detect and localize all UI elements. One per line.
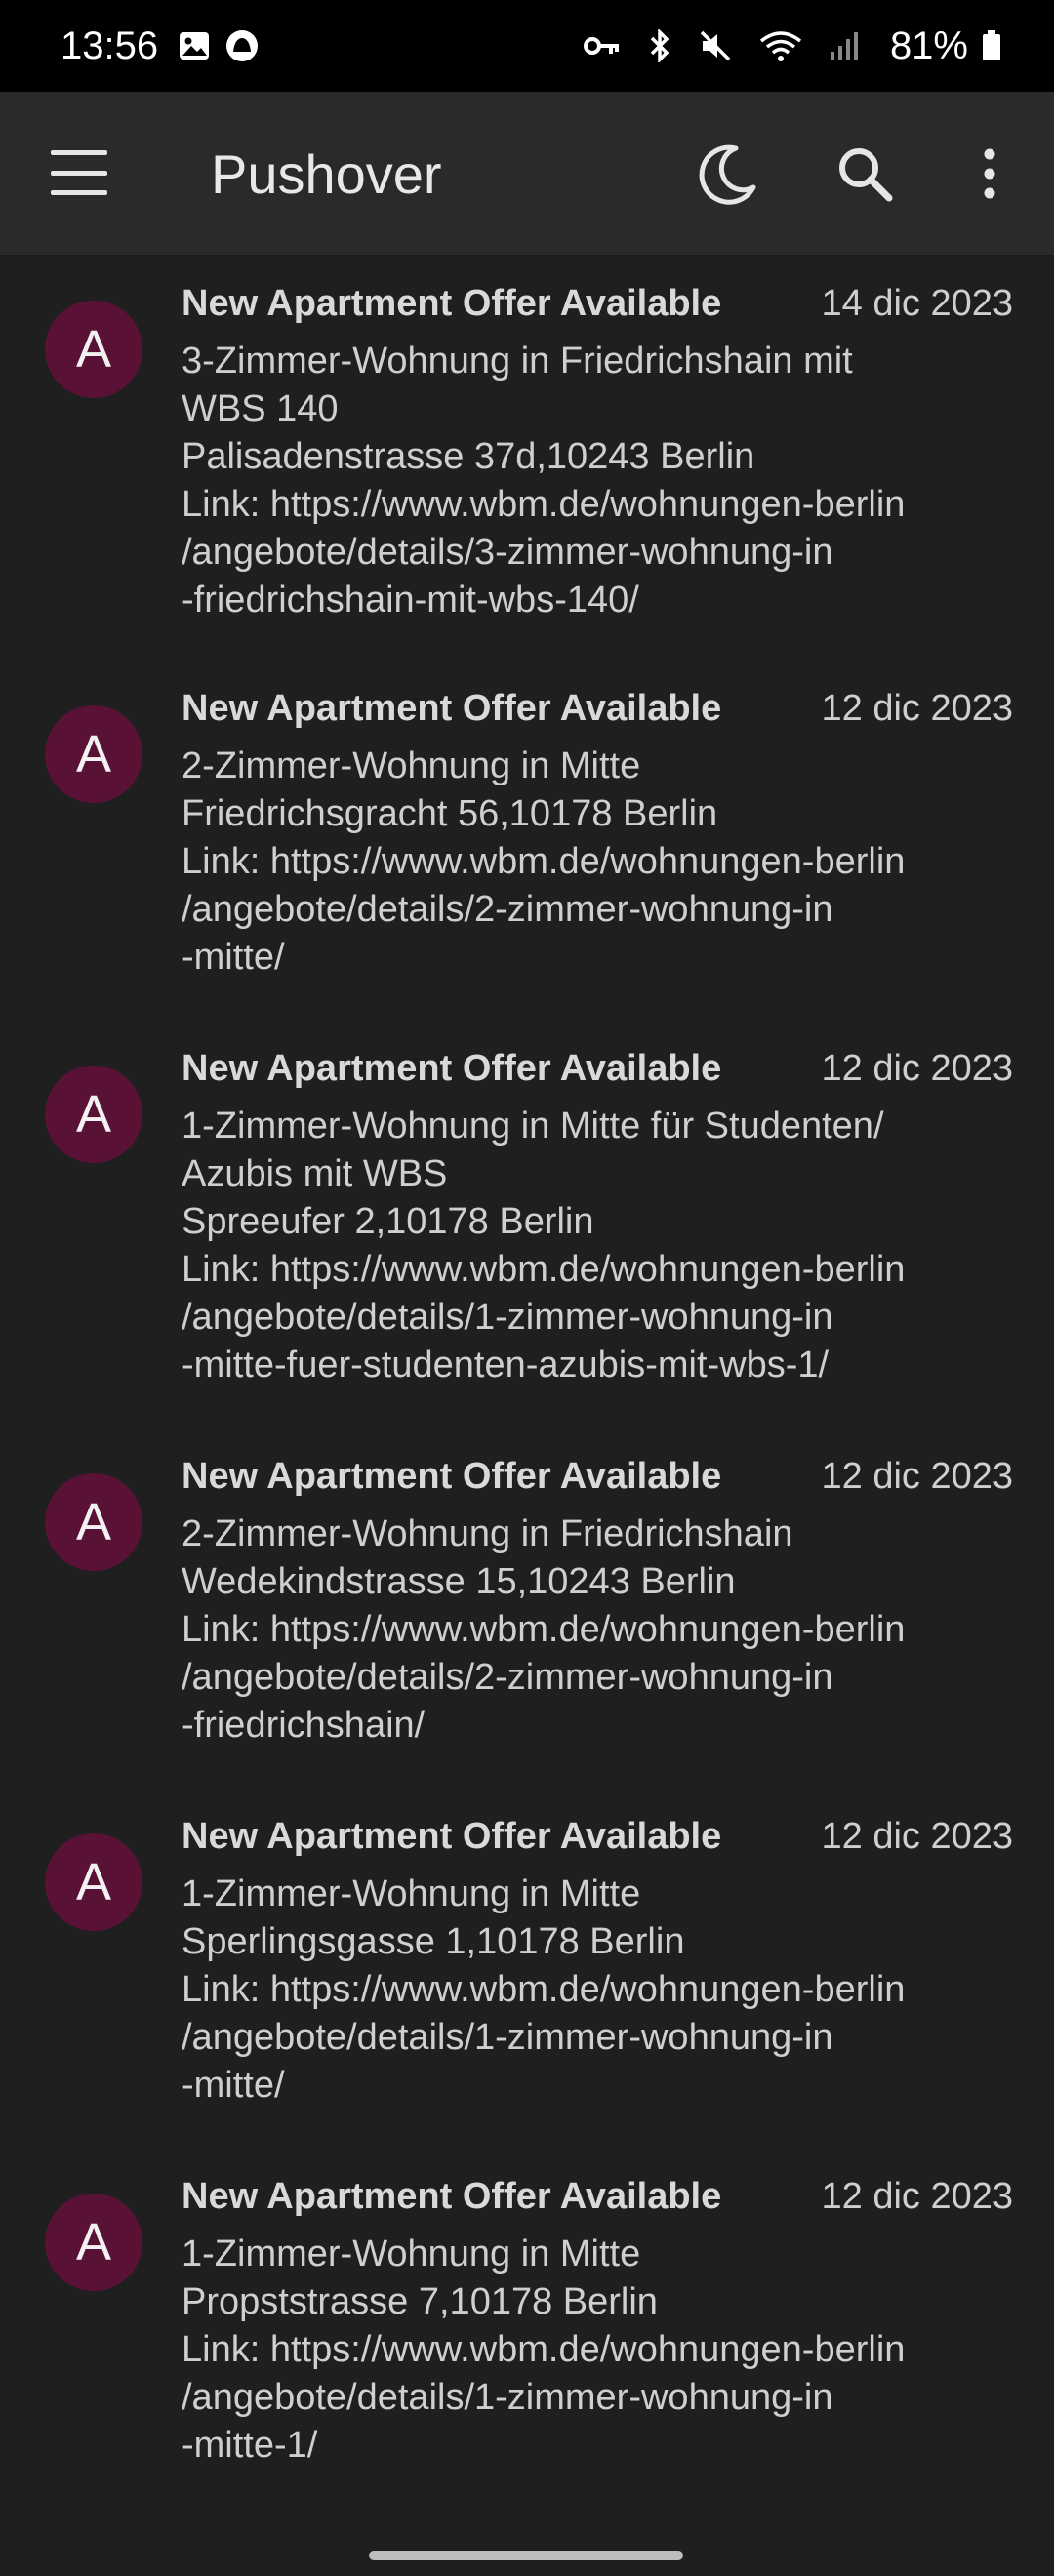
- message-body: 1-Zimmer-Wohnung in Mitte Propststrasse …: [182, 2231, 1021, 2470]
- search-button[interactable]: [822, 131, 908, 217]
- image-icon: [178, 30, 211, 61]
- message-date: 12 dic 2023: [821, 1816, 1014, 1857]
- message-date: 12 dic 2023: [821, 688, 1014, 729]
- message-body: 3-Zimmer-Wohnung in Friedrichshain mit W…: [182, 338, 1021, 624]
- avatar: A: [45, 705, 142, 803]
- night-mode-button[interactable]: [685, 131, 771, 217]
- message-link[interactable]: -mitte/: [182, 934, 1021, 982]
- message-date: 12 dic 2023: [821, 1048, 1014, 1089]
- message-title: New Apartment Offer Available: [182, 283, 722, 324]
- moon-icon: [699, 144, 756, 205]
- avatar: A: [45, 2194, 142, 2291]
- message-title: New Apartment Offer Available: [182, 688, 722, 729]
- app-bar: Pushover: [0, 92, 1054, 256]
- menu-icon: [51, 150, 107, 155]
- message-link[interactable]: -mitte-1/: [182, 2422, 1021, 2470]
- message-link[interactable]: Link: https://www.wbm.de/wohnungen-berli…: [182, 838, 1021, 886]
- message-line: Palisadenstrasse 37d,10243 Berlin: [182, 436, 755, 477]
- message-line: Friedrichsgracht 56,10178 Berlin: [182, 793, 718, 834]
- signal-icon: [830, 30, 859, 61]
- message-link[interactable]: /angebote/details/2-zimmer-wohnung-in: [182, 886, 1021, 934]
- message-line: 2-Zimmer-Wohnung in Friedrichshain: [182, 1513, 793, 1554]
- message-line: Azubis mit WBS: [182, 1153, 448, 1194]
- message-link[interactable]: -friedrichshain/: [182, 1702, 1021, 1750]
- battery-percent: 81%: [889, 23, 968, 67]
- message-link[interactable]: /angebote/details/1-zimmer-wohnung-in: [182, 2014, 1021, 2062]
- message-body: 1-Zimmer-Wohnung in Mitte Sperlingsgasse…: [182, 1871, 1021, 2110]
- avatar: A: [45, 1833, 142, 1931]
- message-line: Spreeufer 2,10178 Berlin: [182, 1201, 594, 1242]
- more-options-button[interactable]: [947, 131, 1033, 217]
- message-body: 2-Zimmer-Wohnung in Mitte Friedrichsgrac…: [182, 743, 1021, 982]
- message-body: 2-Zimmer-Wohnung in Friedrichshain Wedek…: [182, 1510, 1021, 1750]
- message-line: 1-Zimmer-Wohnung in Mitte: [182, 2234, 641, 2274]
- message-line: 1-Zimmer-Wohnung in Mitte für Studenten/: [182, 1106, 884, 1147]
- message-item[interactable]: A New Apartment Offer Available 12 dic 2…: [0, 661, 1054, 1021]
- avatar: A: [45, 301, 142, 398]
- message-item[interactable]: A New Apartment Offer Available 14 dic 2…: [0, 256, 1054, 661]
- message-line: Wedekindstrasse 15,10243 Berlin: [182, 1561, 736, 1602]
- message-item[interactable]: A New Apartment Offer Available 12 dic 2…: [0, 2149, 1054, 2509]
- message-item[interactable]: A New Apartment Offer Available 12 dic 2…: [0, 1789, 1054, 2149]
- message-date: 12 dic 2023: [821, 2176, 1014, 2217]
- message-link[interactable]: Link: https://www.wbm.de/wohnungen-berli…: [182, 2326, 1021, 2374]
- message-date: 14 dic 2023: [821, 283, 1014, 324]
- app-title: Pushover: [211, 143, 442, 205]
- message-list: A New Apartment Offer Available 14 dic 2…: [0, 256, 1054, 2509]
- message-link[interactable]: -friedrichshain-mit-wbs-140/: [182, 577, 1021, 624]
- message-title: New Apartment Offer Available: [182, 1456, 722, 1497]
- message-link[interactable]: Link: https://www.wbm.de/wohnungen-berli…: [182, 1966, 1021, 2014]
- message-title: New Apartment Offer Available: [182, 2176, 722, 2217]
- message-link[interactable]: /angebote/details/2-zimmer-wohnung-in: [182, 1654, 1021, 1702]
- mute-icon: [699, 29, 732, 62]
- status-time: 13:56: [61, 23, 159, 67]
- message-title: New Apartment Offer Available: [182, 1816, 722, 1857]
- message-link[interactable]: /angebote/details/1-zimmer-wohnung-in: [182, 1294, 1021, 1342]
- message-link[interactable]: -mitte-fuer-studenten-azubis-mit-wbs-1/: [182, 1342, 1021, 1389]
- message-link[interactable]: Link: https://www.wbm.de/wohnungen-berli…: [182, 1606, 1021, 1654]
- message-title: New Apartment Offer Available: [182, 1048, 722, 1089]
- wifi-icon: [759, 29, 802, 62]
- battery-icon: [982, 30, 1001, 61]
- message-item[interactable]: A New Apartment Offer Available 12 dic 2…: [0, 1021, 1054, 1429]
- message-line: 1-Zimmer-Wohnung in Mitte: [182, 1873, 641, 1914]
- message-line: 3-Zimmer-Wohnung in Friedrichshain mit: [182, 341, 853, 382]
- message-link[interactable]: Link: https://www.wbm.de/wohnungen-berli…: [182, 481, 1021, 529]
- avatar: A: [45, 1066, 142, 1163]
- app-notification-icon: [224, 28, 260, 63]
- search-icon: [839, 148, 893, 202]
- message-link[interactable]: /angebote/details/3-zimmer-wohnung-in: [182, 529, 1021, 577]
- message-body: 1-Zimmer-Wohnung in Mitte für Studenten/…: [182, 1103, 1021, 1389]
- status-bar: 13:56 81%: [0, 0, 1054, 92]
- message-link[interactable]: /angebote/details/1-zimmer-wohnung-in: [182, 2374, 1021, 2422]
- message-line: Sperlingsgasse 1,10178 Berlin: [182, 1921, 685, 1962]
- bluetooth-icon: [648, 29, 671, 62]
- message-line: 2-Zimmer-Wohnung in Mitte: [182, 745, 641, 786]
- message-link[interactable]: -mitte/: [182, 2062, 1021, 2110]
- message-item[interactable]: A New Apartment Offer Available 12 dic 2…: [0, 1429, 1054, 1789]
- message-line: Propststrasse 7,10178 Berlin: [182, 2281, 658, 2322]
- message-link[interactable]: Link: https://www.wbm.de/wohnungen-berli…: [182, 1246, 1021, 1294]
- avatar: A: [45, 1473, 142, 1571]
- menu-button[interactable]: [51, 150, 107, 195]
- message-date: 12 dic 2023: [821, 1456, 1014, 1497]
- vpn-key-icon: [583, 34, 621, 58]
- message-line: WBS 140: [182, 388, 339, 429]
- more-vert-icon: [984, 148, 995, 199]
- home-indicator[interactable]: [369, 2551, 683, 2560]
